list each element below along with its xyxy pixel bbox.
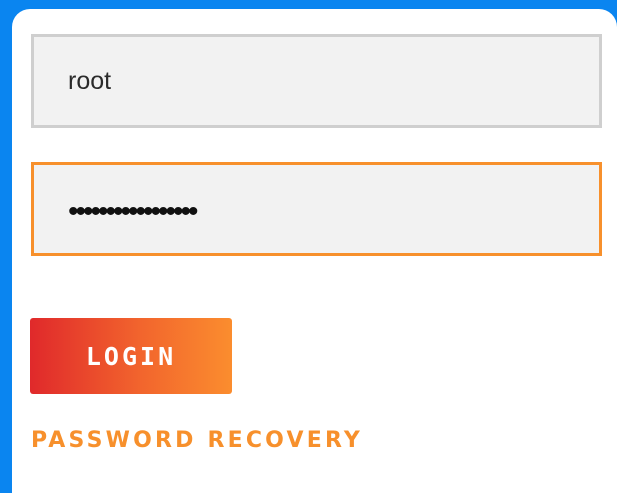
password-recovery-link[interactable]: PASSWORD RECOVERY [31, 428, 363, 453]
password-field[interactable]: ••••••••••••••••• [31, 162, 602, 256]
username-field[interactable]: root [31, 34, 602, 128]
login-button-label: LOGIN [85, 341, 177, 371]
login-button[interactable]: LOGIN [30, 318, 232, 394]
username-value: root [68, 66, 112, 95]
password-value: ••••••••••••••••• [68, 195, 199, 228]
login-card: root ••••••••••••••••• LOGIN PASSWORD RE… [12, 9, 617, 493]
